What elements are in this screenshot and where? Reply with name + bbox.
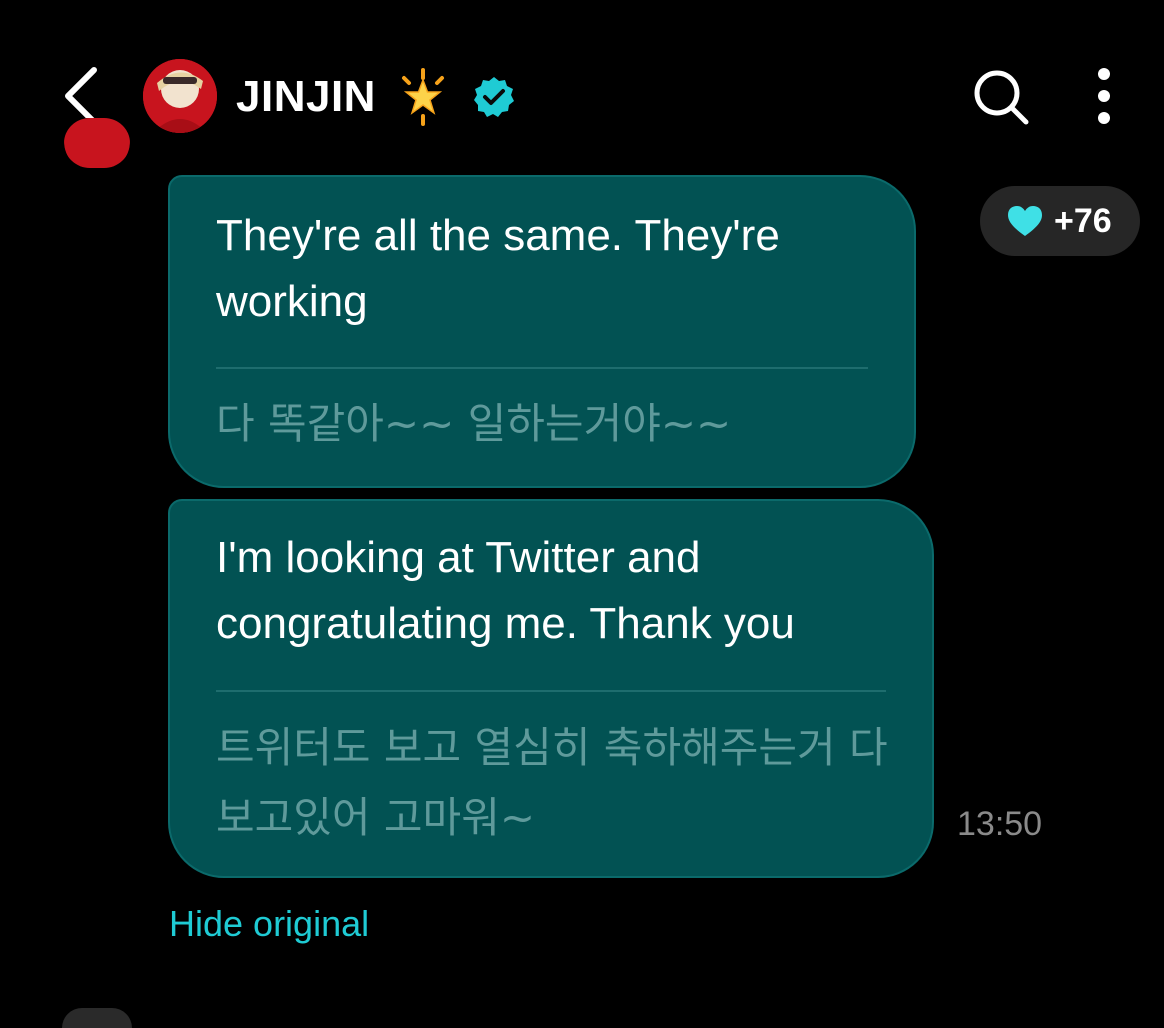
reaction-count: +76 (1054, 201, 1112, 240)
chat-header: JINJIN (0, 0, 1164, 160)
original-message: 다 똑같아~~ 일하는거야~~ (216, 399, 732, 448)
more-options-button[interactable] (1088, 66, 1120, 128)
message-timestamp: 13:50 (957, 805, 1043, 843)
translated-message: I'm looking at Twitter and congratulatin… (216, 533, 795, 648)
divider (216, 367, 868, 369)
original-message: 트위터도 보고 열심히 축하해주는거 다 보고있어 고마워~ (216, 723, 888, 842)
chat-title: JINJIN (236, 68, 516, 126)
translated-message: They're all the same. They're working (216, 211, 780, 326)
next-message-avatar (62, 1008, 132, 1028)
heart-icon (1008, 206, 1042, 236)
artist-avatar[interactable] (143, 59, 217, 133)
message-bubble[interactable]: They're all the same. They're working 다 … (168, 175, 916, 488)
verified-badge-icon (472, 75, 516, 119)
artist-name: JINJIN (236, 72, 376, 121)
search-icon (974, 70, 1029, 125)
hide-original-link[interactable]: Hide original (169, 903, 369, 945)
glowing-star-icon (394, 68, 452, 126)
more-vertical-icon (1098, 68, 1110, 124)
message-bubble[interactable]: I'm looking at Twitter and congratulatin… (168, 499, 934, 878)
reaction-pill[interactable]: +76 (980, 186, 1140, 256)
divider (216, 690, 886, 692)
previous-message-avatar (64, 118, 130, 174)
search-button[interactable] (970, 66, 1032, 128)
